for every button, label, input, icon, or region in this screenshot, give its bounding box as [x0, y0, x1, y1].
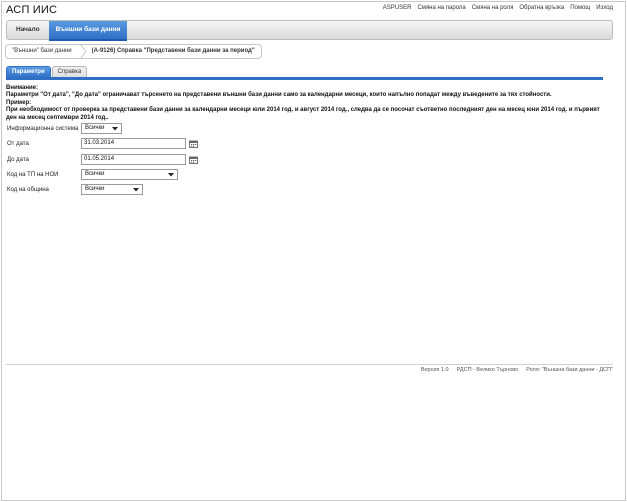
chevron-down-icon: [112, 127, 118, 131]
footer-office: РДСП - Велико Търново: [456, 367, 519, 373]
app-window: [1, 1, 626, 501]
from-date-label: От дата: [7, 140, 29, 147]
row-to-date: До дата 01.05.2014: [7, 154, 198, 165]
info-system-value: Всички: [85, 125, 105, 131]
municipality-value: Всички: [85, 186, 105, 192]
row-info-system: Информационна система Всички: [7, 123, 122, 134]
breadcrumb-current-report: (А-9126) Справка "Представени бази данни…: [85, 44, 262, 59]
notice-text: Параметри "От дата", "До дата" ограничав…: [6, 92, 552, 99]
calendar-icon[interactable]: [189, 140, 198, 148]
change-password-link[interactable]: Смяна на парола: [417, 5, 465, 11]
municipality-label: Код на община: [7, 186, 49, 193]
calendar-icon[interactable]: [189, 156, 198, 164]
tp-noi-label: Код на ТП на НОИ: [7, 171, 59, 178]
tp-noi-value: Всички: [85, 171, 105, 177]
example-text: При необходимост от проверка за представ…: [6, 107, 600, 121]
footer-divider: [6, 364, 613, 365]
footer: Версия 1.0 РДСП - Велико Търново Роля: "…: [421, 367, 613, 373]
tp-noi-select[interactable]: Всички: [81, 169, 178, 180]
info-system-label: Информационна система: [7, 125, 79, 132]
footer-role: Роля: "Външни бази данни - ДСП": [526, 367, 613, 373]
chevron-down-icon: [168, 173, 174, 177]
main-menu-bar: Начало Външни бази данни: [6, 20, 613, 40]
info-system-select[interactable]: Всички: [81, 123, 122, 134]
row-from-date: От дата 31.03.2014: [7, 138, 198, 149]
row-tp-noi: Код на ТП на НОИ Всички: [7, 169, 178, 180]
to-date-input[interactable]: 01.05.2014: [81, 154, 186, 165]
tab-underline: [6, 77, 603, 80]
user-link[interactable]: ASPUSER: [383, 5, 412, 11]
help-link[interactable]: Помощ: [570, 5, 590, 11]
footer-version: Версия 1.0: [420, 367, 449, 373]
menu-home[interactable]: Начало: [7, 21, 49, 39]
breadcrumb-external-databases[interactable]: "Външни" бази данни: [5, 44, 81, 59]
municipality-select[interactable]: Всички: [81, 184, 143, 195]
chevron-down-icon: [133, 188, 139, 192]
from-date-input[interactable]: 31.03.2014: [81, 138, 186, 149]
logout-link[interactable]: Изход: [596, 5, 613, 11]
to-date-label: До дата: [7, 156, 29, 163]
top-navigation: ASPUSER Смяна на парола Смяна на роля Об…: [383, 5, 613, 11]
change-role-link[interactable]: Смяна на роля: [472, 5, 514, 11]
app-title: АСП ИИС: [6, 4, 58, 16]
row-municipality: Код на община Всички: [7, 184, 143, 195]
notice-block: Внимание: Параметри "От дата", "До дата"…: [6, 85, 606, 122]
feedback-link[interactable]: Обратна връзка: [519, 5, 564, 11]
breadcrumb: "Външни" бази данни (А-9126) Справка "Пр…: [5, 44, 262, 59]
menu-external-databases[interactable]: Външни бази данни: [49, 21, 127, 39]
